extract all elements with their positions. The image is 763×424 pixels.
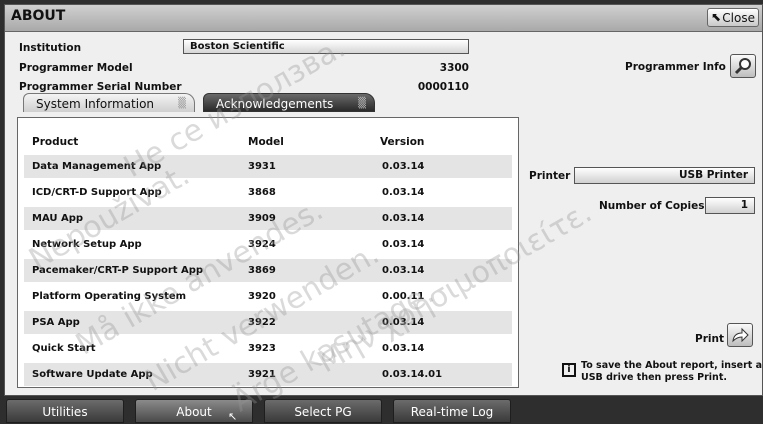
- version-cell: 0.03.14.01: [382, 369, 443, 380]
- title-bar: ABOUT ⬉ Close: [5, 5, 762, 32]
- version-cell: 0.03.14: [382, 317, 425, 328]
- model-cell: 3922: [248, 317, 276, 328]
- product-cell: MAU App: [32, 213, 84, 224]
- version-cell: 0.03.14: [382, 187, 425, 198]
- taskbar-realtime-log-button[interactable]: Real-time Log: [393, 399, 511, 423]
- close-arrow-icon: ⬉: [711, 10, 722, 24]
- table-row: ICD/CRT-D Support App 3868 0.03.14: [24, 181, 512, 204]
- model-cell: 3921: [248, 369, 276, 380]
- copies-label: Number of Copies: [599, 200, 705, 212]
- model-cell: 3920: [248, 291, 276, 302]
- print-arrow-icon: [732, 327, 749, 343]
- programmer-info-label: Programmer Info: [625, 61, 726, 73]
- close-button-label: Close: [722, 11, 755, 25]
- tab-grip-icon: ▒: [358, 98, 366, 109]
- tab-acknowledgements-label: Acknowledgements: [216, 97, 334, 111]
- product-cell: PSA App: [32, 317, 80, 328]
- product-cell: Pacemaker/CRT-P Support App: [32, 265, 204, 276]
- programmer-serial-value: 0000110: [417, 81, 469, 93]
- table-row: PSA App 3922 0.03.14: [24, 311, 512, 334]
- model-cell: 3924: [248, 239, 276, 250]
- tab-system-information-label: System Information: [36, 97, 155, 111]
- version-cell: 0.03.14: [382, 213, 425, 224]
- column-header-version: Version: [380, 136, 425, 148]
- column-header-product: Product: [32, 136, 79, 148]
- software-table: Product Model Version Data Management Ap…: [17, 117, 519, 388]
- close-button[interactable]: ⬉ Close: [707, 8, 759, 27]
- mouse-pointer-icon: ↖: [228, 410, 238, 423]
- print-label: Print: [695, 333, 724, 345]
- magnifier-icon: [734, 58, 751, 75]
- model-cell: 3868: [248, 187, 276, 198]
- table-row: Data Management App 3931 0.03.14: [24, 155, 512, 178]
- window-title: ABOUT: [11, 8, 66, 24]
- table-row: MAU App 3909 0.03.14: [24, 207, 512, 230]
- programmer-model-label: Programmer Model: [19, 62, 133, 74]
- institution-field[interactable]: Boston Scientific: [183, 39, 469, 54]
- info-icon: i: [562, 363, 576, 377]
- product-cell: Quick Start: [32, 343, 96, 354]
- product-cell: Network Setup App: [32, 239, 142, 250]
- printer-label: Printer: [529, 170, 571, 182]
- version-cell: 0.00.11: [382, 291, 425, 302]
- product-cell: Platform Operating System: [32, 291, 187, 302]
- product-cell: ICD/CRT-D Support App: [32, 187, 162, 198]
- taskbar-utilities-button[interactable]: Utilities: [6, 399, 124, 423]
- table-row: Quick Start 3923 0.03.14: [24, 337, 512, 360]
- table-row: Platform Operating System 3920 0.00.11: [24, 285, 512, 308]
- copies-field[interactable]: 1: [705, 197, 755, 214]
- model-cell: 3869: [248, 265, 276, 276]
- version-cell: 0.03.14: [382, 343, 425, 354]
- product-cell: Data Management App: [32, 161, 162, 172]
- product-cell: Software Update App: [32, 369, 153, 380]
- printer-select[interactable]: USB Printer: [574, 167, 755, 184]
- column-header-model: Model: [248, 136, 284, 148]
- programmer-serial-label: Programmer Serial Number: [19, 81, 182, 93]
- table-row: Network Setup App 3924 0.03.14: [24, 233, 512, 256]
- tab-acknowledgements[interactable]: Acknowledgements ▒: [203, 93, 375, 112]
- programmer-model-value: 3300: [439, 62, 469, 74]
- tab-system-information[interactable]: System Information ▒: [23, 93, 195, 112]
- print-button[interactable]: [727, 323, 753, 347]
- version-cell: 0.03.14: [382, 161, 425, 172]
- model-cell: 3909: [248, 213, 276, 224]
- version-cell: 0.03.14: [382, 265, 425, 276]
- tab-grip-icon: ▒: [178, 98, 186, 109]
- taskbar-select-pg-button[interactable]: Select PG: [264, 399, 382, 423]
- table-row: Software Update App 3921 0.03.14.01: [24, 363, 512, 386]
- programmer-info-button[interactable]: [730, 54, 756, 78]
- print-note: To save the About report, insert a USB d…: [581, 360, 763, 383]
- version-cell: 0.03.14: [382, 239, 425, 250]
- taskbar: Utilities About Select PG Real-time Log: [0, 396, 763, 424]
- model-cell: 3931: [248, 161, 276, 172]
- about-window: ABOUT ⬉ Close Institution Boston Scienti…: [4, 4, 763, 396]
- model-cell: 3923: [248, 343, 276, 354]
- table-row: Pacemaker/CRT-P Support App 3869 0.03.14: [24, 259, 512, 282]
- institution-label: Institution: [19, 42, 82, 54]
